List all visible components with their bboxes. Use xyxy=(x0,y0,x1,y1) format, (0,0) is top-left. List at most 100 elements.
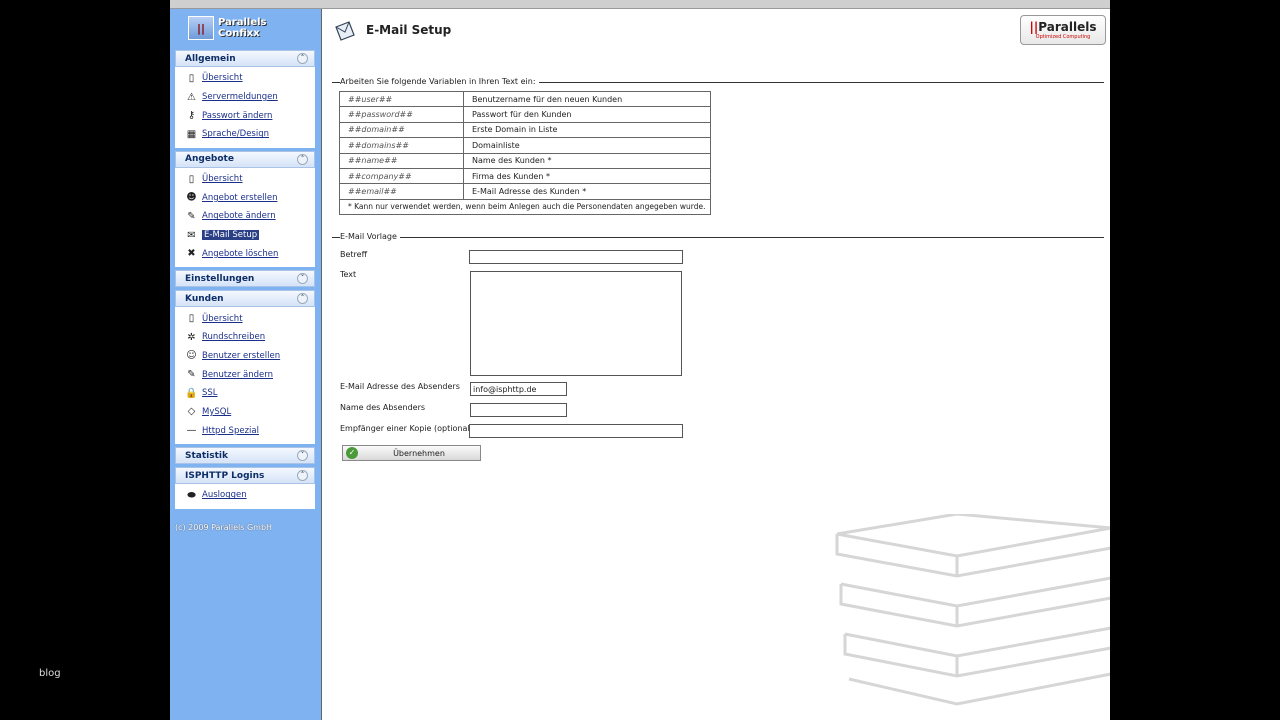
sidebar-nav: Allgemein ˄ ▯ Übersicht ⚠ Servermeldungen ⚷ Pas… xyxy=(170,50,321,509)
sidebar-item-label: Angebote löschen xyxy=(202,248,279,259)
browser-top-strip xyxy=(170,0,1110,9)
sidebar-item[interactable]: ▯ Übersicht xyxy=(175,309,315,328)
sidebar-section-5[interactable]: ISPHTTP Logins ˄ xyxy=(175,467,315,484)
sidebar-item[interactable]: ✎ Angebote ändern xyxy=(175,207,315,226)
sidebar-item[interactable]: ✲ Rundschreiben xyxy=(175,328,315,347)
chevron-up-icon[interactable]: ˄ xyxy=(297,293,308,305)
table-row: ##domains## Domainliste xyxy=(339,137,711,154)
sidebar-item-label: SSL xyxy=(202,388,218,399)
lock-icon: 🔒 xyxy=(185,387,198,399)
key-icon: ⚷ xyxy=(187,110,196,122)
mail-setup-icon xyxy=(334,19,356,41)
sidebar-section-2[interactable]: Einstellungen ˅ xyxy=(175,270,315,288)
sidebar-item[interactable]: 🔒 SSL xyxy=(175,384,315,403)
brand-name: Parallels xyxy=(1038,20,1097,34)
variables-note: * Kann nur verwendet werden, wenn beim A… xyxy=(339,198,711,216)
palette-icon: ▦ xyxy=(186,128,197,140)
sidebar-section-3[interactable]: Kunden ˄ xyxy=(175,290,315,308)
sidebar-section-1[interactable]: Angebote ˄ xyxy=(175,150,315,168)
delete-icon: ✖ xyxy=(187,248,196,260)
parallels-brand-logo: ||Parallels Optimized Computing xyxy=(1020,15,1106,45)
sidebar-item[interactable]: ▯ Übersicht xyxy=(175,69,315,88)
sidebar-section-title: Statistik xyxy=(185,450,228,461)
sidebar-item[interactable]: ☻ Angebot erstellen xyxy=(175,188,315,207)
variable-name: ##domains## xyxy=(339,137,464,154)
variable-name: ##domain## xyxy=(339,121,464,139)
sidebar-item[interactable]: ☺ Benutzer erstellen xyxy=(175,347,315,366)
sidebar-item[interactable]: ◇ MySQL xyxy=(175,403,315,422)
table-row: ##email## E-Mail Adresse des Kunden * xyxy=(339,183,711,200)
sidebar-item[interactable]: ▯ Übersicht xyxy=(175,170,315,189)
watermark-text: blog xyxy=(39,668,61,679)
sidebar-item-label: Servermeldungen xyxy=(202,92,278,103)
variable-description: E-Mail Adresse des Kunden * xyxy=(463,183,711,200)
sidebar-section-0[interactable]: Allgemein ˄ xyxy=(175,50,315,67)
sidebar-item-label: Ausloggen xyxy=(202,490,247,501)
user-icon: ☺ xyxy=(186,350,197,362)
chevron-up-icon[interactable]: ˄ xyxy=(297,470,308,481)
variable-description: Firma des Kunden * xyxy=(463,167,711,185)
sidebar-item-label: MySQL xyxy=(202,406,232,417)
page-icon: ▯ xyxy=(188,173,195,185)
chevron-up-icon[interactable]: ˄ xyxy=(297,153,308,165)
sidebar: || Parallels Confixx Allgemein ˄ ▯ Übersich… xyxy=(170,9,321,720)
table-row: ##name## Name des Kunden * xyxy=(339,152,711,169)
sidebar-item-label: Benutzer erstellen xyxy=(202,350,281,361)
mail-icon: ✉ xyxy=(187,229,196,241)
user-add-icon: ☻ xyxy=(186,192,197,204)
variable-description: Erste Domain in Liste xyxy=(463,121,711,139)
sidebar-item[interactable]: ✖ Angebote löschen xyxy=(175,245,315,264)
logo-line2: Confixx xyxy=(218,28,260,39)
sidebar-section-body: ⬬ Ausloggen xyxy=(175,484,315,509)
sidebar-item-label: Angebote ändern xyxy=(202,211,276,222)
sidebar-section-body: ▯ Übersicht ☻ Angebot erstellen ✎ Angebote än… xyxy=(175,167,315,268)
sidebar-item-label: Angebot erstellen xyxy=(202,192,278,203)
sidebar-item[interactable]: ⚷ Passwort ändern xyxy=(175,106,315,125)
page-title: E-Mail Setup xyxy=(366,23,452,37)
subject-input[interactable] xyxy=(469,250,683,264)
sidebar-item-label: Httpd Spezial xyxy=(202,425,259,436)
table-row: ##user## Benutzername für den neuen Kunde… xyxy=(339,90,711,108)
logout-icon: ⬬ xyxy=(187,489,196,501)
sidebar-section-4[interactable]: Statistik ˅ xyxy=(175,447,315,464)
variable-name: ##company## xyxy=(339,167,464,185)
sidebar-item[interactable]: ⬬ Ausloggen xyxy=(175,486,315,505)
sidebar-item-label: Übersicht xyxy=(202,313,243,324)
chevron-down-icon[interactable]: ˅ xyxy=(297,273,308,285)
sidebar-item[interactable]: — Httpd Spezial xyxy=(175,421,315,440)
variable-description: Name des Kunden * xyxy=(463,152,711,169)
cc-label: Empfänger einer Kopie (optional) xyxy=(340,424,473,433)
copyright: (c) 2009 Parallels GmbH xyxy=(175,522,273,532)
sidebar-item-label: Rundschreiben xyxy=(202,332,266,343)
sidebar-item[interactable]: ⚠ Servermeldungen xyxy=(175,88,315,107)
checkmark-icon: ✓ xyxy=(346,447,358,459)
variable-name: ##user## xyxy=(339,90,464,108)
chevron-down-icon[interactable]: ˅ xyxy=(297,450,308,461)
text-label: Text xyxy=(340,270,357,279)
sender-email-input[interactable] xyxy=(470,382,567,396)
sidebar-section-title: Allgemein xyxy=(185,53,236,64)
template-legend: E-Mail Vorlage xyxy=(340,232,400,241)
submit-button[interactable]: ✓ Übernehmen xyxy=(342,445,481,461)
chevron-up-icon[interactable]: ˄ xyxy=(297,53,308,64)
variable-description: Passwort für den Kunden xyxy=(463,106,711,123)
table-row: ##company## Firma des Kunden * xyxy=(339,167,711,185)
logo-line1: Parallels xyxy=(218,17,267,28)
sidebar-item[interactable]: ✎ Benutzer ändern xyxy=(175,365,315,384)
sidebar-item[interactable]: ▦ Sprache/Design xyxy=(175,125,315,144)
text-textarea[interactable] xyxy=(470,271,682,376)
variable-description: Benutzername für den neuen Kunden xyxy=(463,90,711,108)
page-header: E-Mail Setup xyxy=(334,19,451,41)
variable-description: Domainliste xyxy=(463,137,711,154)
table-row: ##password## Passwort für den Kunden xyxy=(339,106,711,123)
sidebar-item-label: Benutzer ändern xyxy=(202,369,274,380)
sidebar-item[interactable]: ✉ E-Mail Setup xyxy=(175,226,315,245)
table-note-row: * Kann nur verwendet werden, wenn beim A… xyxy=(339,198,711,216)
variable-name: ##password## xyxy=(339,106,464,123)
cc-input[interactable] xyxy=(469,424,683,438)
brand-tagline: Optimized Computing xyxy=(1035,34,1091,40)
variable-name: ##name## xyxy=(339,152,464,169)
subject-label: Betreff xyxy=(340,250,368,259)
sidebar-section-title: Kunden xyxy=(185,293,224,304)
sender-name-input[interactable] xyxy=(470,403,567,417)
